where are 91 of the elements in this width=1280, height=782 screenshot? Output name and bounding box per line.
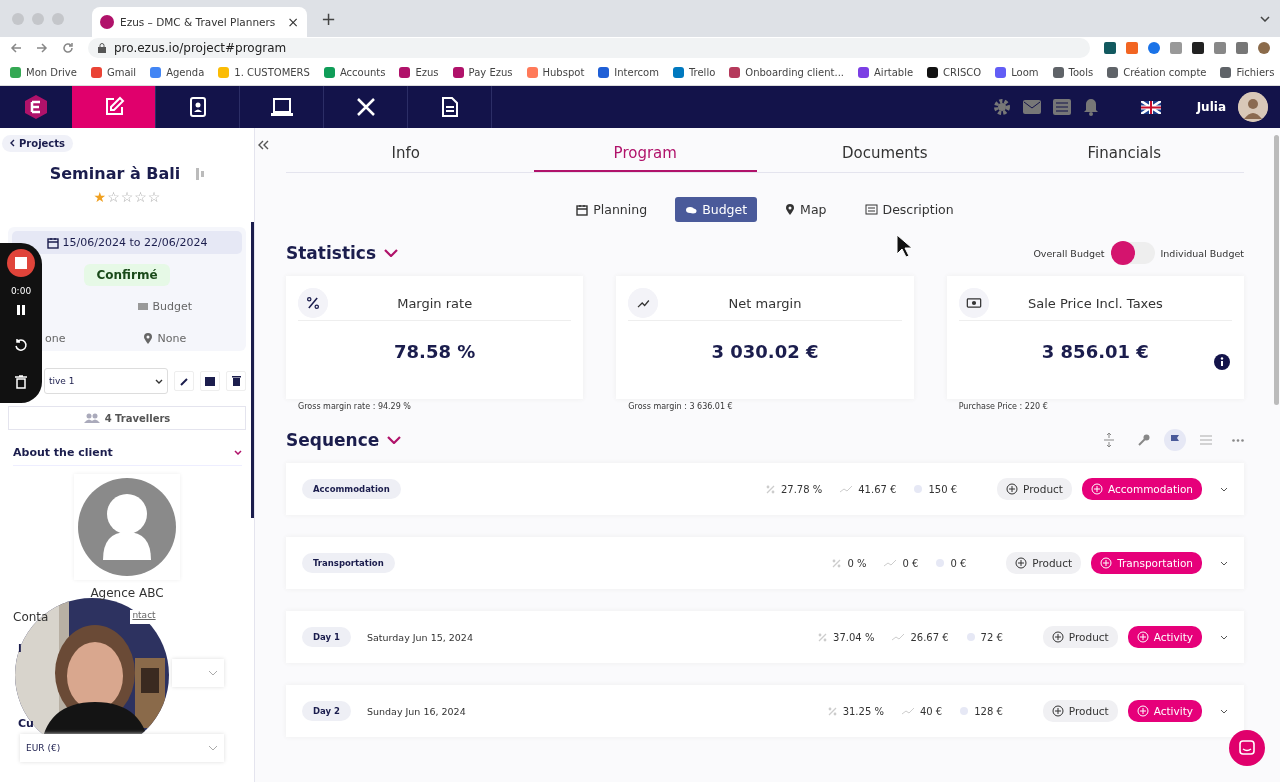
sequence-row[interactable]: Transportation 0 % 0 € 0 € Product Transportation [286,537,1244,589]
tab[interactable]: Financials [1012,144,1236,172]
view-tab[interactable]: Description [854,197,964,222]
net-margin: 41.67 € [858,483,897,495]
status-badge: Confirmé [84,264,170,286]
row-tag: Day 1 [302,627,351,647]
add-item-button[interactable]: Transportation [1091,552,1202,574]
field-label: l [18,642,22,655]
add-product-button[interactable]: Product [1006,552,1082,574]
view-tab[interactable]: Planning [566,197,658,222]
stat-note: Gross margin rate : 94.29 % [298,402,412,411]
bookmark[interactable]: Accounts [339,66,386,78]
card-title: Net margin [727,295,803,311]
contact-link[interactable]: ntact [130,610,158,624]
bookmark[interactable]: 1. CUSTOMERS [234,66,310,78]
toggle-label: Overall Budget [1033,247,1105,259]
margin-rate: 37.04 % [833,631,875,643]
add-item-button[interactable]: Activity [1127,700,1202,722]
bookmark[interactable]: Intercom [614,66,659,78]
section-title: Statistics [286,243,377,263]
bookmark[interactable]: Gmail [106,66,137,78]
add-item-button[interactable]: Accommodation [1081,478,1202,500]
row-date: Sunday Jun 16, 2024 [366,705,466,717]
add-product-button[interactable]: Product [1042,700,1118,722]
net-margin: 40 € [919,705,943,717]
bookmark[interactable]: Agenda [166,66,205,78]
net-margin: 0 € [902,557,919,569]
recording-time: 0:00 [10,286,32,296]
bookmark[interactable]: Onboarding client... [745,66,845,78]
address-field[interactable]: pro.ezus.io/project#program [88,38,1090,58]
browser-tab[interactable]: Ezus – DMC & Travel Planners × [92,7,307,37]
bookmark[interactable]: Loom [1011,66,1039,78]
budget-label: Budget [152,300,192,313]
tab[interactable]: Info [294,144,518,172]
bookmark[interactable]: Mon Drive [26,66,77,78]
toggle-label: Individual Budget [1160,247,1244,259]
stat-value: 3 030.02 € [710,341,820,362]
back-link[interactable]: Projects [2,135,73,152]
new-tab-button[interactable]: + [315,8,343,29]
price: 150 € [928,483,958,495]
margin-rate: 31.25 % [842,705,884,717]
stat-note: Gross margin : 3 636.01 € [628,402,734,411]
margin-rate: 0 % [847,557,867,569]
net-margin: 26.67 € [910,631,949,643]
add-item-button[interactable]: Activity [1127,626,1202,648]
bookmark[interactable]: Airtable [874,66,914,78]
bookmark[interactable]: Hubspot [542,66,585,78]
field-value: one [45,332,66,345]
contact-label: Conta [13,610,49,624]
card-title: Margin rate [396,295,474,311]
bookmark[interactable]: Pay Ezus [468,66,513,78]
currency-dropdown[interactable]: EUR (€) [20,734,224,762]
price: 0 € [950,557,967,569]
bookmark[interactable]: Fichiers [1236,66,1275,78]
client-name: Agence ABC [89,586,165,600]
view-tab[interactable]: Budget [675,197,758,222]
row-date: Saturday Jun 15, 2024 [366,631,473,643]
tab[interactable]: Program [533,144,757,172]
project-title: Seminar à Bali [49,164,181,183]
bookmark[interactable]: Tools [1068,66,1094,78]
sequence-row[interactable]: Day 1 Saturday Jun 15, 2024 37.04 % 26.67 € 72 € Product Activity [286,611,1244,663]
price: 72 € [980,631,1003,643]
margin-rate: 27.78 % [780,483,823,495]
bookmark[interactable]: Trello [688,66,716,78]
location-value: None [143,332,187,345]
bookmark[interactable]: CRISCO [943,66,982,78]
bookmark[interactable]: Création compte [1123,66,1207,78]
travellers-button[interactable]: 4 Travellers [8,406,246,430]
field-label: Cu [18,717,34,730]
date-range[interactable]: 15/06/2024 to 22/06/2024 [12,231,242,254]
row-tag: Day 2 [302,701,351,721]
add-product-button[interactable]: Product [1042,626,1118,648]
stat-value: 78.58 % [393,341,477,362]
add-product-button[interactable]: Product [997,478,1072,500]
stat-value: 3 856.01 € [1040,341,1150,362]
price: 128 € [974,705,1003,717]
stat-note: Purchase Price : 220 € [958,402,1049,411]
row-tag: Transportation [302,553,395,573]
section-title: Sequence [286,430,380,450]
tab[interactable]: Documents [773,144,997,172]
row-tag: Accommodation [302,479,401,499]
section-header[interactable]: About the client [13,446,242,466]
user-name[interactable]: Julia [1196,100,1226,114]
bookmark[interactable]: Ezus [415,66,439,78]
option-select[interactable]: tive 1 [44,368,168,394]
card-title: Sale Price Incl. Taxes [1026,295,1164,311]
view-tab[interactable]: Map [775,197,837,222]
sequence-row[interactable]: Accommodation 27.78 % 41.67 € 150 € Product Accommodation [286,463,1244,515]
section-title: About the client [13,446,113,459]
close-icon[interactable]: × [287,14,299,30]
sequence-row[interactable]: Day 2 Sunday Jun 16, 2024 31.25 % 40 € 128 € Product Activity [286,685,1244,737]
